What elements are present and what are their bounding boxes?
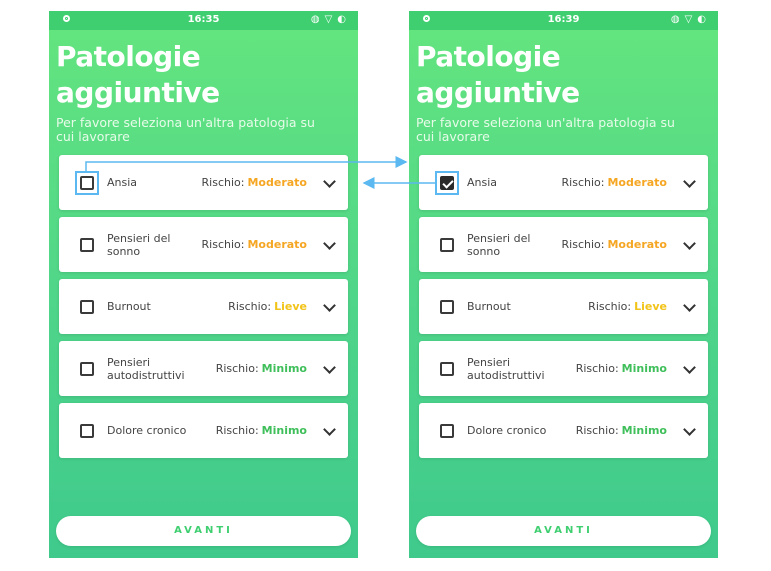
forward-arrow (85, 156, 408, 171)
transition-arrows (85, 156, 435, 189)
